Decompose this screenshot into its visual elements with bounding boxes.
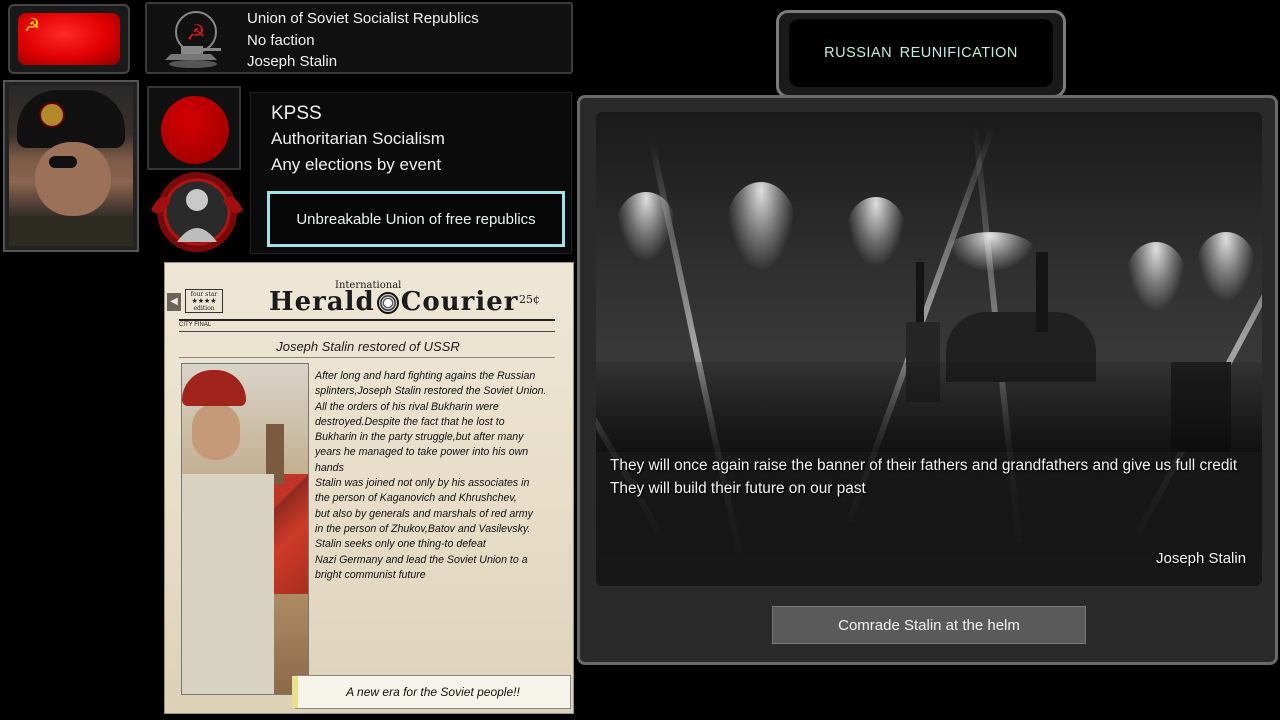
faction-name: No faction xyxy=(247,32,315,49)
city-final-label: CITY FINAL xyxy=(179,322,212,328)
country-info-panel: ☭ Union of Soviet Socialist Republics No… xyxy=(145,2,573,74)
event-title: RUSSIAN REUNIFICATION xyxy=(789,19,1053,87)
event-picture: They will once again raise the banner of… xyxy=(596,112,1262,586)
event-title-frame: RUSSIAN REUNIFICATION xyxy=(776,10,1066,98)
event-option-button[interactable]: Comrade Stalin at the helm xyxy=(772,606,1086,644)
national-motto[interactable]: Unbreakable Union of free republics xyxy=(267,191,565,247)
globe-icon xyxy=(376,292,399,314)
party-ideology: Authoritarian Socialism xyxy=(271,129,445,148)
divider xyxy=(179,319,555,321)
event-quote-author: Joseph Stalin xyxy=(1156,550,1247,567)
event-window: They will once again raise the banner of… xyxy=(577,95,1278,665)
newspaper-body: After long and hard fighting agains the … xyxy=(315,370,547,581)
party-panel: KPSS Authoritarian Socialism Any electio… xyxy=(250,92,572,254)
divider xyxy=(179,357,555,358)
newspaper-photo xyxy=(181,363,309,695)
back-arrow-icon[interactable]: ◀ xyxy=(167,293,181,311)
leader-portrait-frame xyxy=(3,80,139,252)
divider xyxy=(179,331,555,332)
svg-text:☭: ☭ xyxy=(186,21,206,46)
communism-circle-icon[interactable] xyxy=(161,96,229,164)
leader-name: Joseph Stalin xyxy=(247,53,338,70)
party-elections: Any elections by event xyxy=(271,155,442,174)
soviet-flag-icon[interactable]: ☭ xyxy=(18,13,120,65)
country-name: Union of Soviet Socialist Republics xyxy=(247,10,479,27)
newspaper-event: ◀ four star ★★★★ edition International H… xyxy=(164,262,574,714)
event-description: They will once again raise the banner of… xyxy=(610,457,1238,497)
edition-badge: four star ★★★★ edition xyxy=(185,289,223,313)
hammer-sickle-tank-emblem-icon: ☭ xyxy=(165,11,221,68)
country-flag-frame[interactable]: ☭ xyxy=(8,4,130,74)
party-name: KPSS xyxy=(271,103,322,124)
newspaper-price: 25¢ xyxy=(519,293,540,306)
newspaper-option-button[interactable]: A new era for the Soviet people!! xyxy=(292,675,571,709)
leader-portrait xyxy=(9,86,133,246)
newspaper-masthead: Herald Courier xyxy=(269,287,519,317)
newspaper-headline: Joseph Stalin restored of USSR xyxy=(276,339,460,354)
stalin-medal-icon xyxy=(151,172,243,252)
ideology-box[interactable] xyxy=(147,86,241,170)
